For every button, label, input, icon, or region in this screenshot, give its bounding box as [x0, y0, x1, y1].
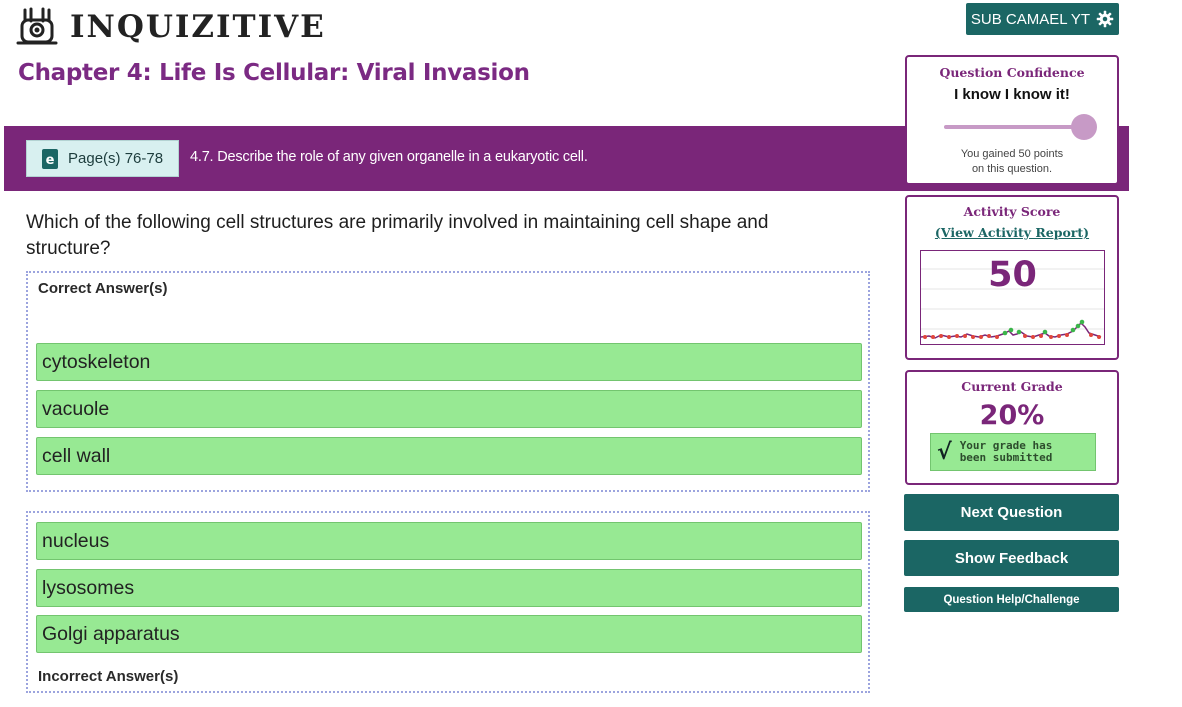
answer-option[interactable]: nucleus: [36, 522, 862, 560]
user-settings-button[interactable]: SUB CAMAEL YT: [966, 3, 1119, 35]
ebook-pages-button[interactable]: e Page(s) 76-78: [26, 140, 179, 177]
activity-score-value: 50: [988, 255, 1037, 295]
learning-objective: 4.7. Describe the role of any given orga…: [190, 149, 588, 165]
correct-answers-box: Correct Answer(s) cytoskeleton vacuole c…: [26, 271, 870, 492]
inquizitive-logo-icon: [16, 7, 58, 45]
answer-option[interactable]: cytoskeleton: [36, 343, 862, 381]
activity-score-panel: Activity Score (View Activity Report) 50: [905, 195, 1119, 360]
question-help-button[interactable]: Question Help/Challenge: [904, 587, 1119, 612]
pages-label: Page(s) 76-78: [68, 150, 164, 167]
app-name: INQUIZITIVE: [70, 9, 326, 45]
activity-score-title: Activity Score: [963, 204, 1061, 219]
confidence-value: I know I know it!: [954, 86, 1070, 103]
answer-option[interactable]: vacuole: [36, 390, 862, 428]
question-confidence-panel: Question Confidence I know I know it! Yo…: [905, 55, 1119, 185]
points-gained: You gained 50 points on this question.: [907, 147, 1117, 177]
answer-option[interactable]: cell wall: [36, 437, 862, 475]
confidence-slider[interactable]: [944, 113, 1097, 143]
slider-thumb[interactable]: [1071, 114, 1097, 140]
grade-submitted-badge: √ Your grade has been submitted: [930, 433, 1096, 471]
view-activity-report-link[interactable]: (View Activity Report): [935, 225, 1089, 240]
correct-answers-label: Correct Answer(s): [38, 280, 168, 297]
chapter-title: Chapter 4: Life Is Cellular: Viral Invas…: [18, 60, 530, 86]
ebook-icon: e: [42, 148, 58, 169]
answer-option[interactable]: Golgi apparatus: [36, 615, 862, 653]
answer-option[interactable]: lysosomes: [36, 569, 862, 607]
points-gained-line: on this question.: [971, 163, 1053, 175]
svg-text:e: e: [46, 153, 55, 168]
incorrect-answers-label: Incorrect Answer(s): [38, 668, 179, 685]
next-question-button[interactable]: Next Question: [904, 494, 1119, 531]
gear-icon: [1096, 10, 1114, 28]
current-grade-panel: Current Grade 20% √ Your grade has been …: [905, 370, 1119, 485]
show-feedback-button[interactable]: Show Feedback: [904, 540, 1119, 576]
checkmark-icon: √: [937, 439, 952, 465]
slider-track: [944, 125, 1084, 129]
grade-submitted-text: Your grade has been submitted: [960, 440, 1053, 464]
user-name-label: SUB CAMAEL YT: [970, 10, 1091, 28]
confidence-title: Question Confidence: [939, 65, 1085, 80]
grade-submitted-line: been submitted: [959, 451, 1053, 464]
current-grade-value: 20%: [979, 400, 1045, 431]
points-gained-line: You gained 50 points: [960, 148, 1064, 160]
question-text: Which of the following cell structures a…: [26, 212, 769, 259]
incorrect-answers-box: nucleus lysosomes Golgi apparatus Incorr…: [26, 511, 870, 693]
activity-sparkline: 50: [920, 250, 1105, 345]
current-grade-title: Current Grade: [961, 379, 1063, 394]
app-logo: INQUIZITIVE: [16, 7, 326, 47]
